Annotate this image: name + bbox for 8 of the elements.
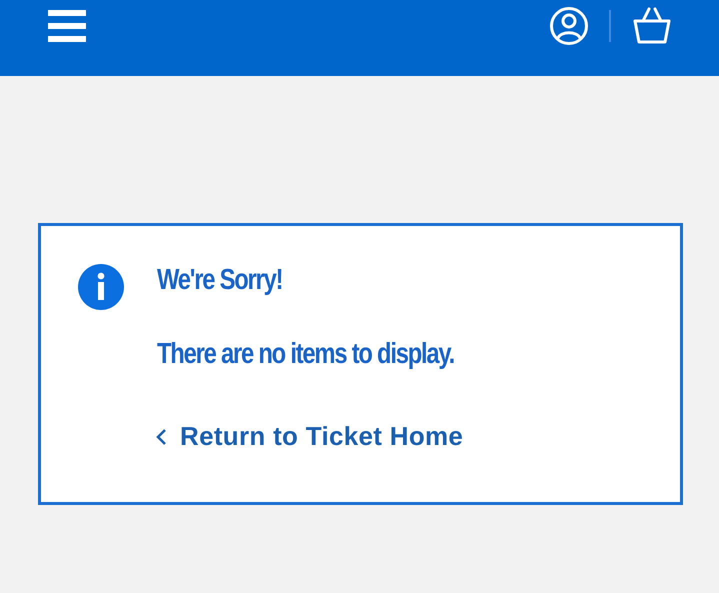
return-link[interactable]: Return to Ticket Home: [155, 421, 464, 452]
account-icon[interactable]: [549, 6, 589, 46]
menu-icon[interactable]: [48, 10, 86, 42]
notice-title: We're Sorry!: [157, 264, 284, 297]
chevron-left-icon: [155, 428, 167, 446]
notice-message: There are no items to display.: [157, 338, 454, 371]
basket-icon[interactable]: [633, 7, 671, 45]
info-icon: [78, 264, 124, 310]
